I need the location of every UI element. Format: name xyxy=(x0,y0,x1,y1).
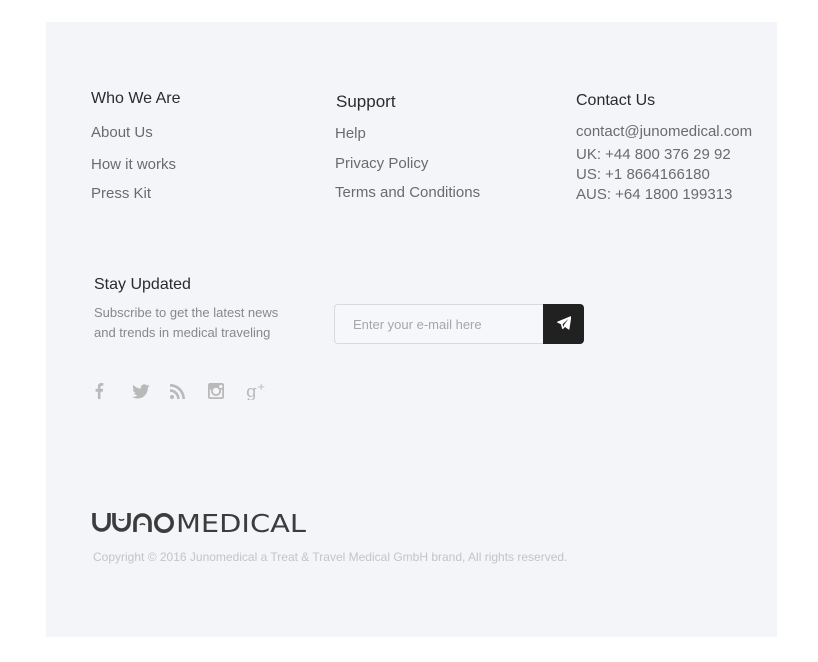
newsletter-form xyxy=(334,304,584,344)
phone-us: US: +1 8664166180 xyxy=(576,166,710,183)
support-title: Support xyxy=(336,92,396,111)
phone-uk: UK: +44 800 376 29 92 xyxy=(576,146,731,163)
instagram-icon[interactable] xyxy=(208,381,246,401)
newsletter-email-input[interactable] xyxy=(334,304,543,344)
contact-title: Contact Us xyxy=(576,92,656,109)
logo-wordmark: MEDICAL xyxy=(92,509,306,538)
phone-aus: AUS: +64 1800 199313 xyxy=(576,186,733,203)
help-link[interactable]: Help xyxy=(335,125,366,142)
junomedical-logo[interactable]: MEDICAL xyxy=(92,507,312,541)
google-plus-icon[interactable]: g + xyxy=(246,381,284,401)
twitter-icon[interactable] xyxy=(132,381,170,401)
support-column: Support Help Privacy Policy Terms and Co… xyxy=(335,92,480,201)
logo-text: MEDICAL xyxy=(176,509,306,538)
contact-email-link[interactable]: contact@junomedical.com xyxy=(576,123,752,140)
who-we-are-title: Who We Are xyxy=(91,90,181,107)
stay-updated-description: Subscribe to get the latest news and tre… xyxy=(94,305,279,340)
social-links: g + xyxy=(94,381,284,401)
site-footer: Who We Are About Us How it works Press K… xyxy=(46,22,777,637)
contact-column: Contact Us contact@junomedical.com UK: +… xyxy=(576,92,752,203)
send-icon xyxy=(556,315,571,333)
stay-updated-section: Stay Updated Subscribe to get the latest… xyxy=(94,276,294,343)
privacy-policy-link[interactable]: Privacy Policy xyxy=(335,155,428,172)
facebook-icon[interactable] xyxy=(94,381,132,401)
newsletter-submit-button[interactable] xyxy=(543,304,584,344)
copyright-text: Copyright © 2016 Junomedical a Treat & T… xyxy=(93,550,568,564)
stay-updated-title: Stay Updated xyxy=(94,276,191,293)
who-we-are-column: Who We Are About Us How it works Press K… xyxy=(91,90,181,202)
svg-text:+: + xyxy=(257,382,265,393)
press-kit-link[interactable]: Press Kit xyxy=(91,185,151,202)
rss-icon[interactable] xyxy=(170,381,208,401)
how-it-works-link[interactable]: How it works xyxy=(91,156,176,173)
about-us-link[interactable]: About Us xyxy=(91,124,153,141)
terms-link[interactable]: Terms and Conditions xyxy=(335,184,480,201)
svg-text:g: g xyxy=(246,382,257,400)
